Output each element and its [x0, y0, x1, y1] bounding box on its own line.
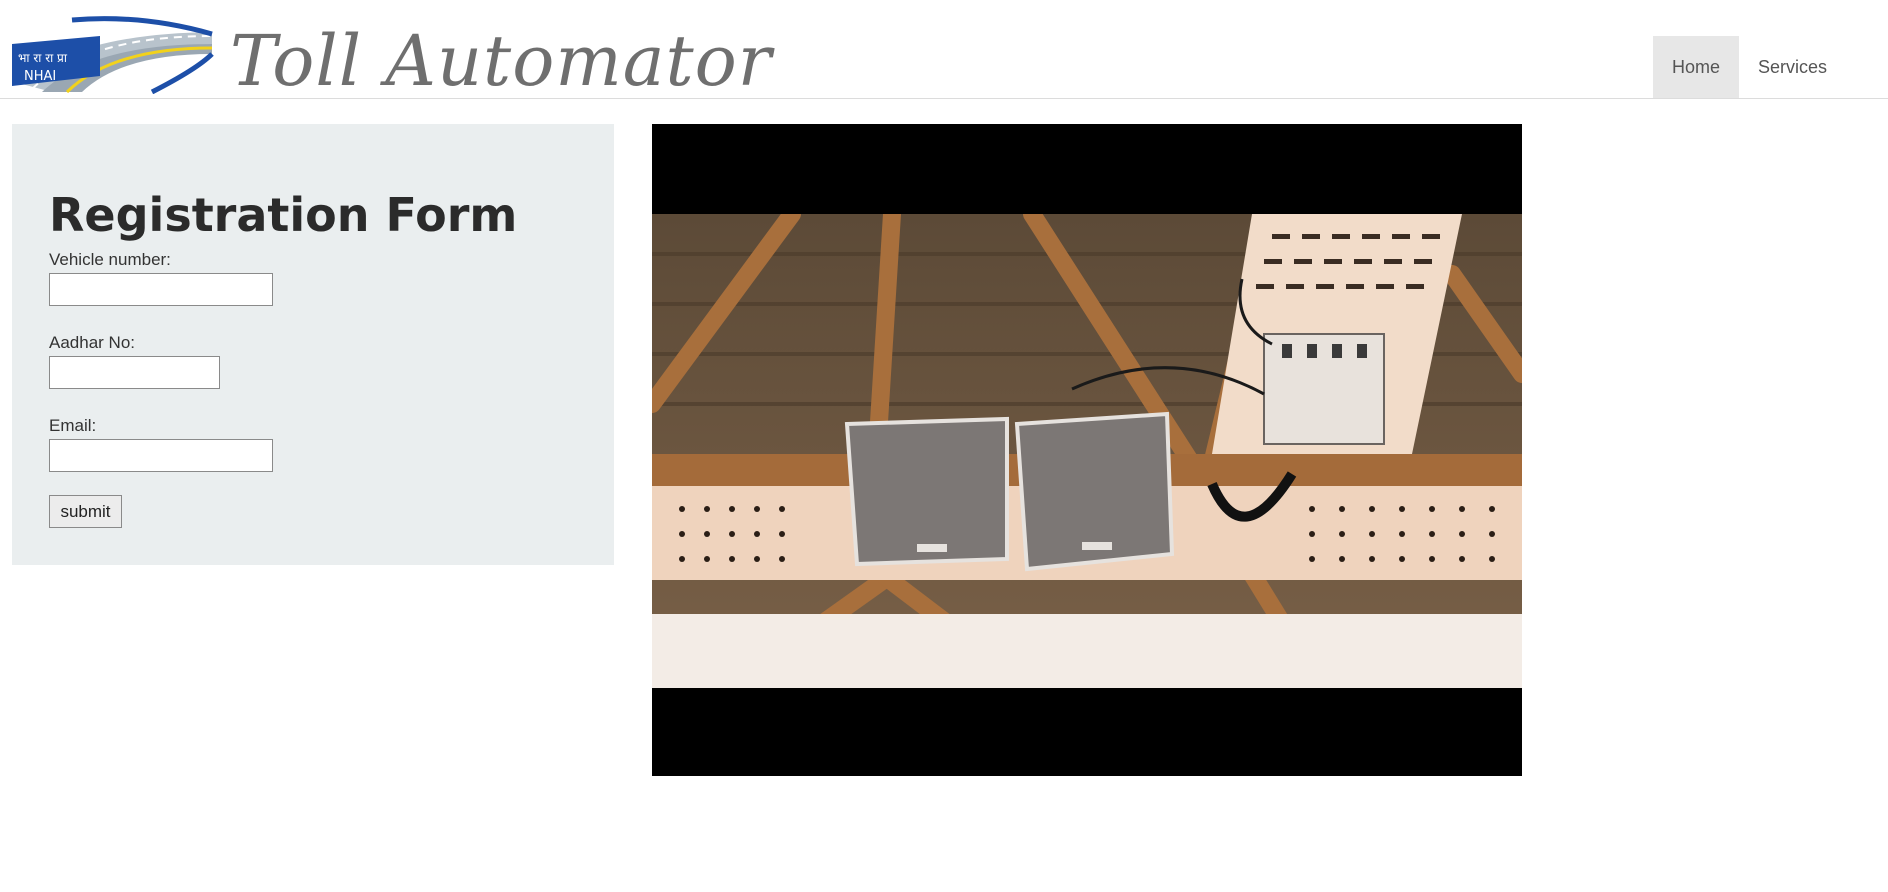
video-player[interactable] — [652, 124, 1522, 776]
nav-services[interactable]: Services — [1739, 36, 1846, 98]
email-input[interactable] — [49, 439, 273, 472]
aadhar-number-input[interactable] — [49, 356, 220, 389]
site-header: भा रा रा प्रा NHAI Toll Automator Home S… — [0, 0, 1888, 99]
form-title: Registration Form — [49, 188, 518, 242]
email-label: Email: — [49, 416, 97, 435]
site-title: Toll Automator — [230, 20, 773, 102]
vehicle-number-label: Vehicle number: — [49, 250, 171, 269]
logo-text-top: भा रा रा प्रा — [18, 51, 68, 65]
registration-form: Registration Form Vehicle number: Aadhar… — [12, 124, 614, 565]
nav-home[interactable]: Home — [1652, 36, 1739, 98]
logo-text-bottom: NHAI — [24, 69, 56, 84]
aadhar-number-label: Aadhar No: — [49, 333, 135, 352]
vehicle-number-input[interactable] — [49, 273, 273, 306]
video-frame — [652, 214, 1522, 688]
main-nav: Home Services — [1652, 36, 1846, 98]
nhai-logo: भा रा रा प्रा NHAI — [12, 16, 214, 94]
submit-button[interactable]: submit — [49, 495, 122, 528]
